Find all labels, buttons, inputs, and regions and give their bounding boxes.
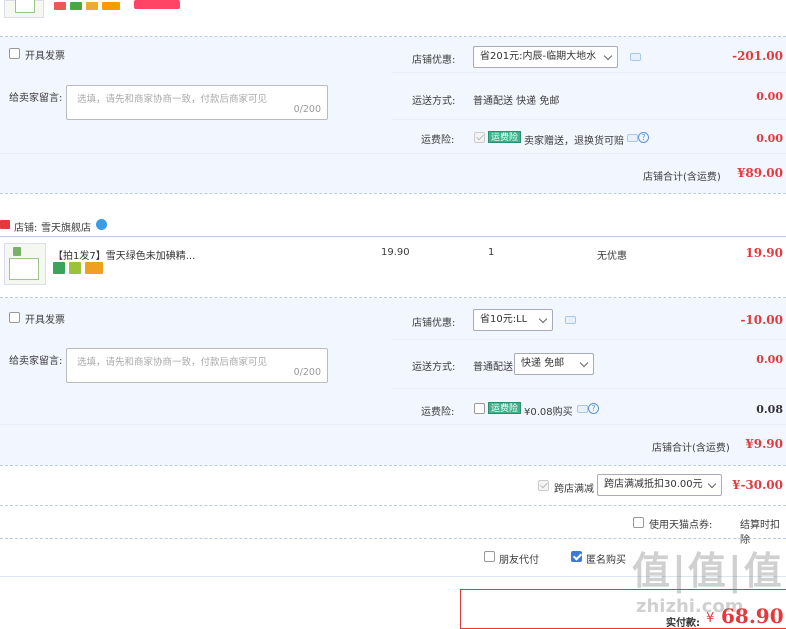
store2-label: 店铺: xyxy=(14,223,38,234)
promo-text: 无优惠 xyxy=(597,251,627,262)
item-subtotal: 19.90 xyxy=(745,246,783,260)
help-icon[interactable]: ? xyxy=(638,132,649,143)
seven-day-return-icon xyxy=(53,262,65,274)
card-pay-icon xyxy=(85,262,103,274)
store1-discount-select[interactable]: 省201元:内辰-临期大地水 xyxy=(473,46,618,68)
store2-invoice-checkbox[interactable] xyxy=(9,312,20,323)
store1-discount-amount: -201.00 xyxy=(732,49,783,63)
store2-insurance-badge: 运费险 xyxy=(488,402,522,414)
quantity: 1 xyxy=(488,247,495,258)
badge-icon-green xyxy=(70,2,82,10)
char-count: 0/200 xyxy=(293,104,321,115)
store2-insurance-checkbox[interactable] xyxy=(474,403,485,414)
placeholder: 选填，请先和商家协商一致，付款后商家可见 xyxy=(77,357,268,368)
placeholder: 选填，请先和商家协商一致，付款后商家可见 xyxy=(77,94,268,105)
store2-insurance-amount: 0.08 xyxy=(756,403,783,416)
badge-icon-card xyxy=(102,2,120,10)
anonymous-label: 匿名购买 xyxy=(586,555,626,566)
use-points-label: 使用天猫点券: xyxy=(649,520,713,531)
watermark-logo: 值|值|值 xyxy=(632,549,784,593)
store2-discount-amount: -10.00 xyxy=(740,313,783,327)
badge-icon-red xyxy=(54,2,66,10)
store1-shipping-amount: 0.00 xyxy=(756,90,783,103)
store1-invoice-label: 开具发票 xyxy=(25,51,65,62)
store1-discount-label: 店铺优惠: xyxy=(412,55,456,66)
chat-icon[interactable] xyxy=(627,134,638,142)
chevron-down-icon xyxy=(707,479,717,489)
store2-message-label: 给卖家留言: xyxy=(9,356,63,367)
store2-insurance-text: ¥0.08购买 xyxy=(524,407,573,418)
store1-insurance-badge: 运费险 xyxy=(488,131,522,143)
anonymous-checkbox[interactable] xyxy=(571,551,582,562)
help-icon[interactable]: ? xyxy=(588,403,599,414)
store1-message-input[interactable]: 选填，请先和商家协商一致，付款后商家可见 0/200 xyxy=(66,85,328,120)
divider xyxy=(0,505,786,506)
store2-shipping-select[interactable]: 快递 免邮 xyxy=(514,353,594,375)
watermark-domain: zhizhi.com xyxy=(636,596,744,617)
store1-shipping-value: 普通配送 快递 免邮 xyxy=(473,96,560,107)
store1-invoice-checkbox[interactable] xyxy=(9,48,20,59)
char-count: 0/200 xyxy=(293,367,321,378)
store2-message-input[interactable]: 选填，请先和商家协商一致，付款后商家可见 0/200 xyxy=(66,348,328,383)
store1-insurance-label: 运费险: xyxy=(421,135,455,146)
product-title[interactable]: 【拍1发7】雪天绿色未加碘精... xyxy=(53,247,195,262)
store1-message-label: 给卖家留言: xyxy=(9,93,63,104)
wangwang-chat-icon[interactable] xyxy=(96,219,107,230)
chevron-down-icon xyxy=(579,358,589,368)
store2-shipping-label: 运送方式: xyxy=(412,362,456,373)
chevron-down-icon xyxy=(538,314,548,324)
cross-store-label: 跨店满减 xyxy=(554,484,594,495)
store-icon xyxy=(0,220,10,229)
cross-store-amount: ¥-30.00 xyxy=(732,478,783,492)
divider xyxy=(0,465,786,466)
store2-total-label: 店铺合计(含运费) xyxy=(652,443,730,454)
divider xyxy=(0,193,786,194)
guarantee-icon xyxy=(69,262,81,274)
store2-discount-label: 店铺优惠: xyxy=(412,318,456,329)
badge-icon-yellow xyxy=(86,2,98,10)
store1-insurance-checkbox xyxy=(474,132,485,143)
use-points-checkbox[interactable] xyxy=(633,517,644,528)
store2-invoice-label: 开具发票 xyxy=(25,315,65,326)
store1-shipping-label: 运送方式: xyxy=(412,96,456,107)
unit-price: 19.90 xyxy=(381,247,410,258)
product-thumbnail[interactable] xyxy=(4,243,46,285)
store1-total-label: 店铺合计(含运费) xyxy=(643,172,721,183)
divider xyxy=(0,538,786,539)
chevron-down-icon xyxy=(603,51,613,61)
store2-shipping-amount: 0.00 xyxy=(756,353,783,366)
store1-total-value: ¥89.00 xyxy=(737,166,783,180)
store2-name[interactable]: 雪天旗舰店 xyxy=(41,219,91,234)
store2-discount-select[interactable]: 省10元:LL xyxy=(473,309,553,331)
chat-icon[interactable] xyxy=(565,316,576,324)
cross-store-select[interactable]: 跨店满减抵扣30.00元 xyxy=(597,474,722,496)
store2-total-value: ¥9.90 xyxy=(745,437,783,451)
cross-store-checkbox xyxy=(538,480,549,491)
chat-icon[interactable] xyxy=(577,405,588,413)
store2-shipping-value: 普通配送 xyxy=(473,362,513,373)
product-thumbnail-partial[interactable] xyxy=(4,0,44,18)
divider xyxy=(0,236,786,237)
promo-tag-red xyxy=(134,0,180,9)
friend-pay-checkbox[interactable] xyxy=(484,551,495,562)
store2-insurance-label: 运费险: xyxy=(421,407,455,418)
chat-icon[interactable] xyxy=(630,53,641,61)
store1-insurance-text: 卖家赠送，退换货可赔 xyxy=(524,136,624,147)
store1-insurance-amount: 0.00 xyxy=(756,132,783,145)
friend-pay-label: 朋友代付 xyxy=(499,555,539,566)
